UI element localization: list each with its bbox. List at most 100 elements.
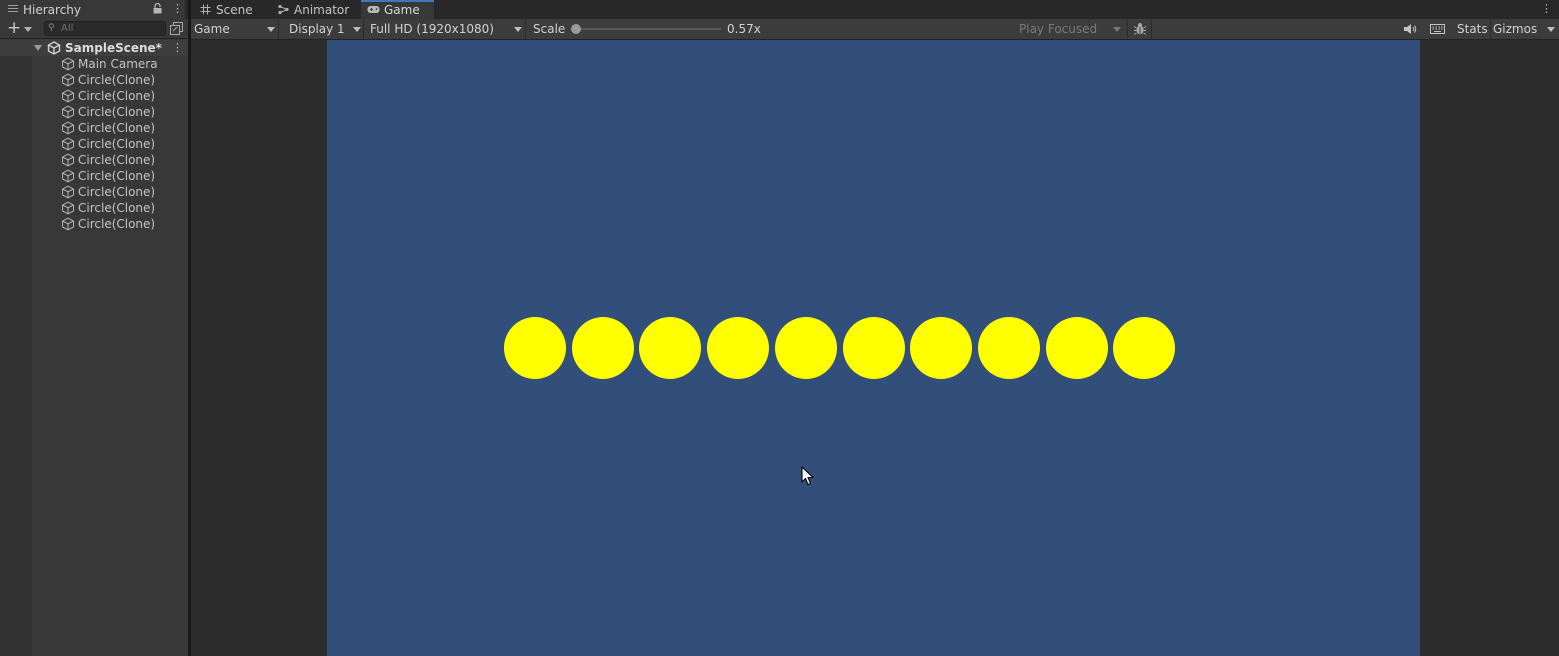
resolution-dropdown[interactable]: Full HD (1920x1080) [366,19,526,39]
window-menu-icon[interactable]: ⋮ [1541,2,1552,16]
gameobject-cube-icon [61,57,75,71]
yellow-circle [707,317,770,379]
hierarchy-item-label: Circle(Clone) [78,217,156,231]
yellow-circle [1045,317,1108,379]
gameobject-cube-icon [61,169,75,183]
hierarchy-search-field[interactable]: ⚲ [44,21,166,36]
list-icon [8,4,18,14]
hierarchy-item[interactable]: Circle(Clone) [60,152,188,168]
scene-name: SampleScene* [65,41,162,55]
gameobject-cube-icon [61,73,75,87]
hierarchy-item[interactable]: Circle(Clone) [60,88,188,104]
bug-icon [1133,23,1147,35]
gamepad-icon [367,6,380,13]
view-mode-dropdown[interactable]: Game [191,19,279,39]
hierarchy-item[interactable]: Circle(Clone) [60,72,188,88]
search-icon: ⚲ [48,23,55,33]
hierarchy-item-label: Circle(Clone) [78,185,156,199]
tab-hierarchy[interactable]: Hierarchy ⋮ [0,0,185,19]
hierarchy-item[interactable]: Circle(Clone) [60,200,188,216]
tab-scene[interactable]: Scene [193,0,273,19]
yellow-circle [774,317,837,379]
hierarchy-item[interactable]: Circle(Clone) [60,168,188,184]
yellow-circle [571,317,634,379]
tab-animator-label: Animator [294,3,350,17]
hierarchy-item[interactable]: Circle(Clone) [60,184,188,200]
plus-icon: + [7,18,22,38]
gameobject-cube-icon [61,137,75,151]
play-mode-dropdown[interactable]: Play Focused [1015,19,1124,39]
create-button[interactable]: + [4,18,32,38]
gameobject-cube-icon [61,201,75,215]
yellow-circle [977,317,1040,379]
dropdown-arrow-icon [514,27,522,32]
editor-tab-bar: Scene Animator Game ⋮ [191,0,1559,19]
scene-row[interactable]: SampleScene* ⋮ [0,40,188,56]
dropdown-arrow-icon [353,27,361,32]
stats-button[interactable]: Stats [1456,19,1490,39]
hierarchy-gutter [0,40,32,656]
keyboard-icon [1430,24,1445,34]
hierarchy-item-label: Circle(Clone) [78,89,156,103]
gizmos-label: Gizmos [1493,22,1538,36]
hierarchy-item[interactable]: Circle(Clone) [60,120,188,136]
scale-slider-track[interactable] [574,28,721,30]
scale-value: 0.57x [727,22,761,36]
gizmos-dropdown[interactable]: Gizmos [1490,19,1559,39]
hierarchy-item[interactable]: Circle(Clone) [60,216,188,232]
yellow-circle [639,317,702,379]
game-view-toolbar: Game Display 1 Full HD (1920x1080) Scale… [191,19,1559,40]
hierarchy-menu-icon[interactable]: ⋮ [172,2,183,16]
dropdown-arrow-icon [267,27,275,32]
gameobject-cube-icon [61,185,75,199]
hierarchy-item-label: Circle(Clone) [78,137,156,151]
hierarchy-tab-bar: Hierarchy ⋮ [0,0,188,19]
scene-menu-icon[interactable]: ⋮ [172,40,183,56]
mute-audio-button[interactable] [1400,19,1422,39]
view-mode-value: Game [194,22,230,36]
lock-icon[interactable] [153,3,162,14]
game-render-area[interactable] [327,40,1420,656]
gameobject-cube-icon [61,89,75,103]
yellow-circle [842,317,905,379]
hierarchy-item-label: Circle(Clone) [78,153,156,167]
scale-slider-handle[interactable] [571,24,581,34]
hierarchy-toolbar: + ⚲ [0,18,188,39]
stats-label: Stats [1457,22,1488,36]
gameobject-cube-icon [61,217,75,231]
hierarchy-search-input[interactable] [61,22,161,35]
hierarchy-item-label: Circle(Clone) [78,105,156,119]
yellow-circle [1113,317,1176,379]
hierarchy-item-label: Circle(Clone) [78,169,156,183]
yellow-circle [504,317,566,379]
hierarchy-item-label: Circle(Clone) [78,121,156,135]
hierarchy-item[interactable]: Main Camera [60,56,188,72]
display-value: Display 1 [289,22,345,36]
unity-scene-icon [47,41,61,55]
scene-visibility-icon[interactable] [169,21,184,36]
dropdown-arrow-icon [1113,27,1121,32]
foldout-arrow-icon[interactable] [34,45,42,51]
yellow-circle [910,317,973,379]
mouse-cursor-icon [801,466,814,486]
hierarchy-title: Hierarchy [23,3,82,17]
tab-animator[interactable]: Animator [271,0,361,19]
dropdown-arrow-icon [1547,27,1555,32]
tab-game[interactable]: Game [361,0,434,19]
hierarchy-item-label: Circle(Clone) [78,201,156,215]
speaker-icon [1404,24,1417,34]
frame-debugger-button[interactable] [1127,19,1152,39]
hierarchy-item-label: Main Camera [78,57,158,71]
hierarchy-item-label: Circle(Clone) [78,73,156,87]
tab-game-label: Game [384,3,420,17]
gameobject-cube-icon [61,121,75,135]
gameobject-cube-icon [61,105,75,119]
display-dropdown[interactable]: Display 1 [284,19,364,39]
play-mode-value: Play Focused [1019,22,1098,36]
hierarchy-item[interactable]: Circle(Clone) [60,136,188,152]
shortcuts-button[interactable] [1427,19,1449,39]
resolution-value: Full HD (1920x1080) [370,22,494,36]
scale-label: Scale [533,22,566,36]
dropdown-arrow-icon [24,27,32,32]
hierarchy-item[interactable]: Circle(Clone) [60,104,188,120]
